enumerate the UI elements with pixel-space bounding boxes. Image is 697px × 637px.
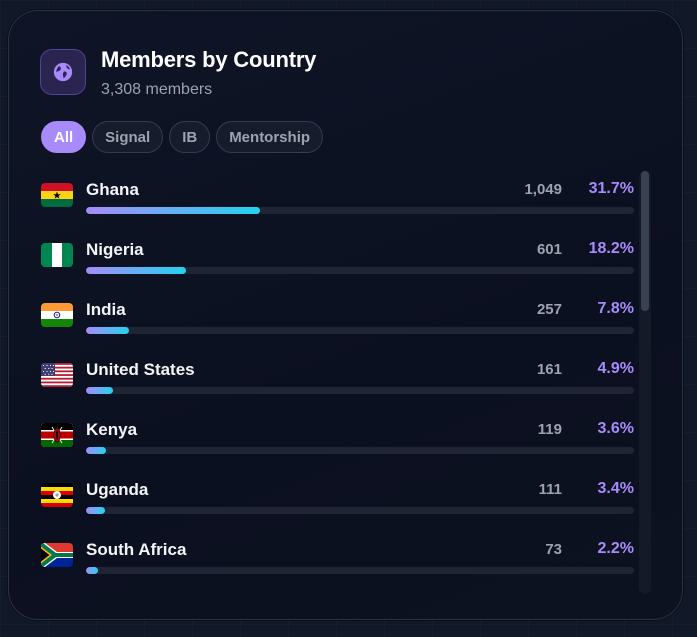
member-count: 257 [536,301,562,318]
scrollbar-thumb[interactable] [641,171,649,311]
country-name: United States [86,360,195,379]
progress-track [86,447,634,454]
progress-track [86,207,634,214]
member-count: 119 [537,421,562,438]
member-percent: 4.9% [597,360,634,377]
country-row-united-states: United States 161 4.9% [41,351,634,411]
country-row-india: India 257 7.8% [41,291,634,351]
filter-mentorship-chip[interactable]: Mentorship [216,121,324,153]
ghana-flag-icon [41,183,73,207]
member-percent: 31.7% [588,180,634,197]
globe-icon [40,49,86,95]
india-flag-icon [41,303,73,327]
country-row-kenya: Kenya 119 3.6% [41,411,634,471]
members-by-country-card: Members by Country 3,308 members All Sig… [8,10,683,620]
united-states-flag-icon [41,363,73,387]
member-percent: 2.2% [597,540,634,557]
country-name: Kenya [86,420,138,439]
member-count: 111 [538,481,562,498]
filter-signal-chip[interactable]: Signal [92,121,164,153]
country-row-ghana: Ghana 1,049 31.7% [41,171,634,231]
country-row-south-africa: South Africa 73 2.2% [41,531,634,591]
member-percent: 7.8% [597,300,634,317]
card-title: Members by Country [101,47,317,72]
member-percent: 18.2% [588,240,634,257]
nigeria-flag-icon [41,243,73,267]
progress-track [86,507,634,514]
country-list: Ghana 1,049 31.7% Nigeria 601 18.2% Indi… [41,171,641,591]
country-name: India [86,300,126,319]
progress-fill [86,567,99,574]
member-count: 1,049 [524,181,562,198]
country-row-nigeria: Nigeria 601 18.2% [41,231,634,291]
member-count-subtitle: 3,308 members [101,81,213,98]
progress-fill [86,387,113,394]
filter-chips: All Signal IB Mentorship [41,121,324,153]
filter-ib-chip[interactable]: IB [169,121,211,153]
member-percent: 3.4% [597,480,634,497]
progress-fill [86,447,106,454]
country-name: South Africa [86,540,187,559]
progress-fill [86,507,105,514]
progress-track [86,387,634,394]
country-name: Nigeria [86,240,144,259]
country-name: Uganda [86,480,149,499]
progress-track [86,567,634,574]
member-percent: 3.6% [597,420,634,437]
member-count: 601 [536,241,562,258]
uganda-flag-icon [41,483,73,507]
filter-all-chip[interactable]: All [41,121,87,153]
progress-fill [86,207,260,214]
list-scrollbar[interactable] [639,171,651,594]
country-row-uganda: Uganda 111 3.4% [41,471,634,531]
progress-fill [86,267,186,274]
progress-track [86,327,634,334]
member-count: 161 [536,361,562,378]
kenya-flag-icon [41,423,73,447]
progress-track [86,267,634,274]
member-count: 73 [545,541,562,558]
south-africa-flag-icon [41,543,73,567]
country-name: Ghana [86,180,139,199]
progress-fill [86,327,129,334]
